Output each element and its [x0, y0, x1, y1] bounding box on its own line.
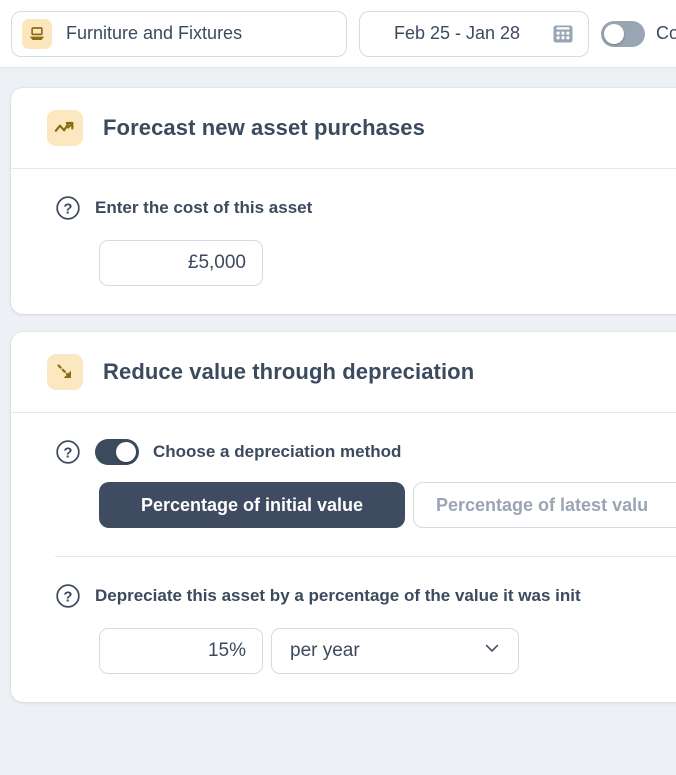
- card-forecast-new-asset-purchases: Forecast new asset purchases ? Enter the…: [11, 88, 676, 314]
- help-circle-icon[interactable]: ?: [55, 195, 81, 221]
- help-circle-icon[interactable]: ?: [55, 439, 81, 465]
- card-depreciation-title: Reduce value through depreciation: [103, 359, 475, 384]
- svg-text:?: ?: [64, 445, 73, 461]
- asset-cost-input[interactable]: [99, 240, 263, 286]
- depreciation-period-select[interactable]: per year: [271, 628, 519, 674]
- card-depreciation-body: ? Choose a depreciation method Percentag…: [11, 413, 676, 702]
- trending-up-icon: [47, 110, 83, 146]
- question-enter-cost: ? Enter the cost of this asset: [11, 195, 676, 221]
- compare-toggle[interactable]: [601, 20, 645, 47]
- depreciation-method-toggle[interactable]: [95, 439, 139, 465]
- help-circle-icon[interactable]: ?: [55, 583, 81, 609]
- svg-text:?: ?: [64, 201, 73, 217]
- date-range-label: Feb 25 - Jan 28: [393, 23, 521, 43]
- card-reduce-value-through-depreciation: Reduce value through depreciation ? Choo…: [11, 332, 676, 702]
- depreciation-method-toggle-knob: [116, 442, 136, 462]
- arrow-down-right-icon: [47, 354, 83, 390]
- svg-text:?: ?: [64, 589, 73, 605]
- cost-field-row: [11, 240, 676, 286]
- calendar-icon[interactable]: [551, 22, 575, 46]
- card-forecast-header: Forecast new asset purchases: [11, 88, 676, 169]
- question-choose-method: ? Choose a depreciation method: [11, 439, 676, 465]
- depreciation-method-tabs: Percentage of initial value Percentage o…: [11, 482, 676, 528]
- desk-icon: [22, 18, 52, 49]
- question-choose-method-label: Choose a depreciation method: [153, 442, 402, 461]
- card-depreciation-header: Reduce value through depreciation: [11, 332, 676, 413]
- depreciation-period-value: per year: [290, 640, 360, 661]
- compare-toggle-label: Co: [656, 23, 676, 43]
- section-divider: [55, 556, 676, 557]
- question-depreciation-rate-label: Depreciate this asset by a percentage of…: [95, 586, 581, 605]
- tab-percentage-of-latest-value[interactable]: Percentage of latest valu: [413, 482, 676, 528]
- page-content: Forecast new asset purchases ? Enter the…: [0, 68, 676, 702]
- card-forecast-title: Forecast new asset purchases: [103, 115, 425, 140]
- chevron-down-icon: [482, 638, 502, 664]
- asset-selector-label: Furniture and Fixtures: [66, 23, 243, 43]
- depreciation-rate-input[interactable]: [99, 628, 263, 674]
- compare-toggle-group[interactable]: Co: [601, 20, 676, 47]
- tab-percentage-of-initial-value[interactable]: Percentage of initial value: [99, 482, 405, 528]
- top-toolbar: Furniture and Fixtures Feb 25 - Jan 28 C: [0, 0, 676, 68]
- date-range-picker[interactable]: Feb 25 - Jan 28: [359, 10, 589, 57]
- card-forecast-body: ? Enter the cost of this asset: [11, 169, 676, 314]
- compare-toggle-knob: [604, 23, 624, 44]
- depreciation-rate-field-row: per year: [11, 628, 676, 674]
- question-depreciation-rate: ? Depreciate this asset by a percentage …: [11, 583, 676, 609]
- question-enter-cost-label: Enter the cost of this asset: [95, 198, 313, 217]
- asset-selector[interactable]: Furniture and Fixtures: [11, 10, 347, 57]
